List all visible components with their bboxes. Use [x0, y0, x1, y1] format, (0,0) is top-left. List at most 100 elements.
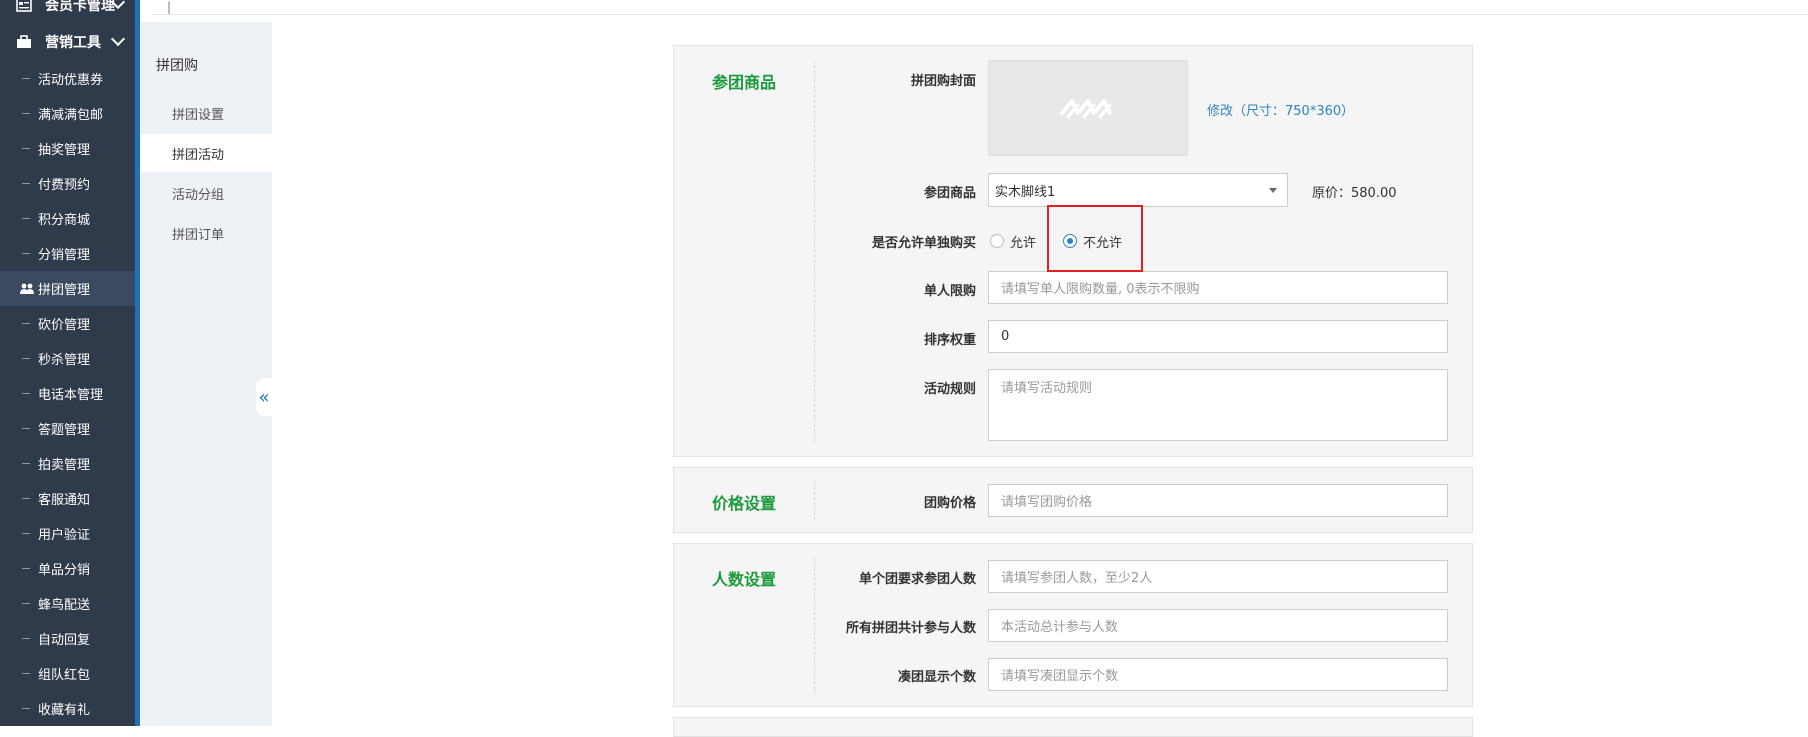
sidebar-group-member-card[interactable]: 会员卡管理 — [0, 0, 135, 23]
group-size-label: 单个团要求参团人数 — [858, 572, 976, 587]
group-size-input[interactable]: 请填写参团人数，至少2人 — [988, 560, 1448, 593]
tree-dash — [22, 218, 30, 219]
sidebar-item-label: 砍价管理 — [38, 318, 91, 333]
sidebar-item-label: 积分商城 — [38, 213, 91, 228]
sidebar-item-label: 单品分销 — [38, 563, 91, 578]
subnav-item-activities[interactable]: 拼团活动 — [140, 134, 272, 172]
sidebar-item-user-verify[interactable]: 用户验证 — [0, 516, 135, 551]
sidebar-item-quiz[interactable]: 答题管理 — [0, 411, 135, 446]
limit-input[interactable]: 请填写单人限购数量, 0表示不限购 — [988, 271, 1448, 304]
tree-dash — [22, 638, 30, 639]
sidebar-item-label: 客服通知 — [38, 493, 91, 508]
radio-allow[interactable]: 允许 — [990, 230, 1036, 252]
sidebar-item-label: 秒杀管理 — [38, 353, 91, 368]
sidebar-item-delivery[interactable]: 蜂鸟配送 — [0, 586, 135, 621]
group-price-input[interactable]: 请填写团购价格 — [988, 484, 1448, 517]
sidebar-item-label: 组队红包 — [38, 668, 91, 683]
sidebar-item-label: 收藏有礼 — [38, 703, 91, 718]
sidebar-item-label: 答题管理 — [38, 423, 91, 438]
subnav-item-orders[interactable]: 拼团订单 — [140, 214, 272, 252]
tree-dash — [22, 393, 30, 394]
sidebar-item-favorite-gift[interactable]: 收藏有礼 — [0, 691, 135, 726]
tree-dash — [22, 428, 30, 429]
cover-image-placeholder[interactable] — [988, 60, 1188, 156]
cover-edit-link[interactable]: 修改（尺寸：750*360） — [1207, 100, 1354, 119]
radio-allow-circle[interactable] — [990, 234, 1004, 248]
sidebar-item-cs-notify[interactable]: 客服通知 — [0, 481, 135, 516]
tree-dash — [22, 78, 30, 79]
sidebar-item-label: 分销管理 — [38, 248, 91, 263]
sidebar-item-team-redpacket[interactable]: 组队红包 — [0, 656, 135, 691]
sidebar-item-label: 拍卖管理 — [38, 458, 91, 473]
sort-label: 排序权重 — [923, 333, 976, 348]
sidebar-item-full-reduction[interactable]: 满减满包邮 — [0, 96, 135, 131]
tree-dash — [22, 148, 30, 149]
sidebar-item-label: 抽奖管理 — [38, 143, 91, 158]
goods-select-value: 实木脚线1 — [995, 184, 1056, 200]
tree-dash — [22, 183, 30, 184]
top-bar — [152, 0, 1808, 15]
tree-dash — [22, 253, 30, 254]
briefcase-icon — [16, 35, 32, 49]
chevron-down-icon — [110, 31, 126, 47]
sub-sidebar: 拼团购 拼团设置 拼团活动 活动分组 拼团订单 — [140, 22, 272, 726]
subnav-title: 拼团购 — [156, 58, 198, 74]
sidebar-item-lottery[interactable]: 抽奖管理 — [0, 131, 135, 166]
tree-dash — [22, 673, 30, 674]
section-title-people: 人数设置 — [712, 570, 777, 589]
subnav-item-groups[interactable]: 活动分组 — [140, 174, 272, 212]
sidebar-item-distribution[interactable]: 分销管理 — [0, 236, 135, 271]
total-participants-label: 所有拼团共计参与人数 — [845, 621, 976, 636]
sidebar-item-label: 付费预约 — [38, 178, 91, 193]
sidebar-item-paid-booking[interactable]: 付费预约 — [0, 166, 135, 201]
radio-allow-label: 允许 — [1010, 235, 1037, 251]
display-count-label: 凑团显示个数 — [897, 670, 976, 685]
sidebar-group-marketing[interactable]: 营销工具 — [0, 24, 135, 60]
sidebar-item-label: 电话本管理 — [38, 388, 104, 403]
tree-dash — [22, 498, 30, 499]
section-divider — [814, 60, 815, 442]
sidebar-item-flash-sale[interactable]: 秒杀管理 — [0, 341, 135, 376]
sidebar-item-auction[interactable]: 拍卖管理 — [0, 446, 135, 481]
sidebar-item-label: 自动回复 — [38, 633, 91, 648]
sidebar-item-single-distribution[interactable]: 单品分销 — [0, 551, 135, 586]
section-divider — [814, 558, 815, 694]
breadcrumb-fragment: | — [167, 0, 172, 14]
highlight-annotation-box — [1047, 205, 1143, 272]
original-price: 原价：580.00 — [1312, 186, 1397, 201]
section-divider — [814, 482, 815, 520]
tree-dash — [22, 568, 30, 569]
sidebar-item-coupons[interactable]: 活动优惠券 — [0, 61, 135, 96]
sidebar-item-group-buy[interactable]: 拼团管理 — [0, 271, 135, 306]
rules-textarea[interactable]: 请填写活动规则 — [988, 369, 1448, 441]
sidebar-item-bargain[interactable]: 砍价管理 — [0, 306, 135, 341]
sidebar-group-label: 会员卡管理 — [45, 0, 115, 14]
limit-label: 单人限购 — [923, 284, 976, 299]
goods-select[interactable]: 实木脚线1 — [988, 173, 1288, 207]
sidebar-group-label: 营销工具 — [45, 35, 101, 51]
tree-dash — [22, 323, 30, 324]
sidebar-item-label: 蜂鸟配送 — [38, 598, 91, 613]
sidebar-item-points-mall[interactable]: 积分商城 — [0, 201, 135, 236]
total-participants-input[interactable]: 本活动总计参与人数 — [988, 609, 1448, 642]
goods-label: 参团商品 — [923, 186, 976, 201]
section-title-goods: 参团商品 — [712, 73, 777, 92]
sidebar-item-label: 活动优惠券 — [38, 73, 104, 88]
collapse-sidebar-button[interactable]: « — [256, 378, 272, 416]
sidebar-item-auto-reply[interactable]: 自动回复 — [0, 621, 135, 656]
users-icon — [20, 283, 34, 295]
section-title-price: 价格设置 — [712, 494, 777, 513]
display-count-input[interactable]: 请填写凑团显示个数 — [988, 658, 1448, 691]
sort-weight-input[interactable]: 0 — [988, 320, 1448, 353]
tree-dash — [22, 113, 30, 114]
next-section-panel — [673, 717, 1473, 737]
price-label: 团购价格 — [923, 496, 976, 511]
image-placeholder-icon — [1060, 99, 1112, 119]
subnav-item-settings[interactable]: 拼团设置 — [140, 94, 272, 132]
main-sidebar: 会员卡管理 营销工具 活动优惠券 满减满包邮 抽奖管理 付费预约 积分商城 分销… — [0, 0, 140, 726]
people-section-panel: 人数设置 单个团要求参团人数 请填写参团人数，至少2人 所有拼团共计参与人数 本… — [673, 543, 1473, 707]
rules-label: 活动规则 — [923, 382, 976, 397]
sidebar-item-label: 用户验证 — [38, 528, 91, 543]
sidebar-item-phonebook[interactable]: 电话本管理 — [0, 376, 135, 411]
sidebar-item-label: 满减满包邮 — [38, 108, 104, 123]
